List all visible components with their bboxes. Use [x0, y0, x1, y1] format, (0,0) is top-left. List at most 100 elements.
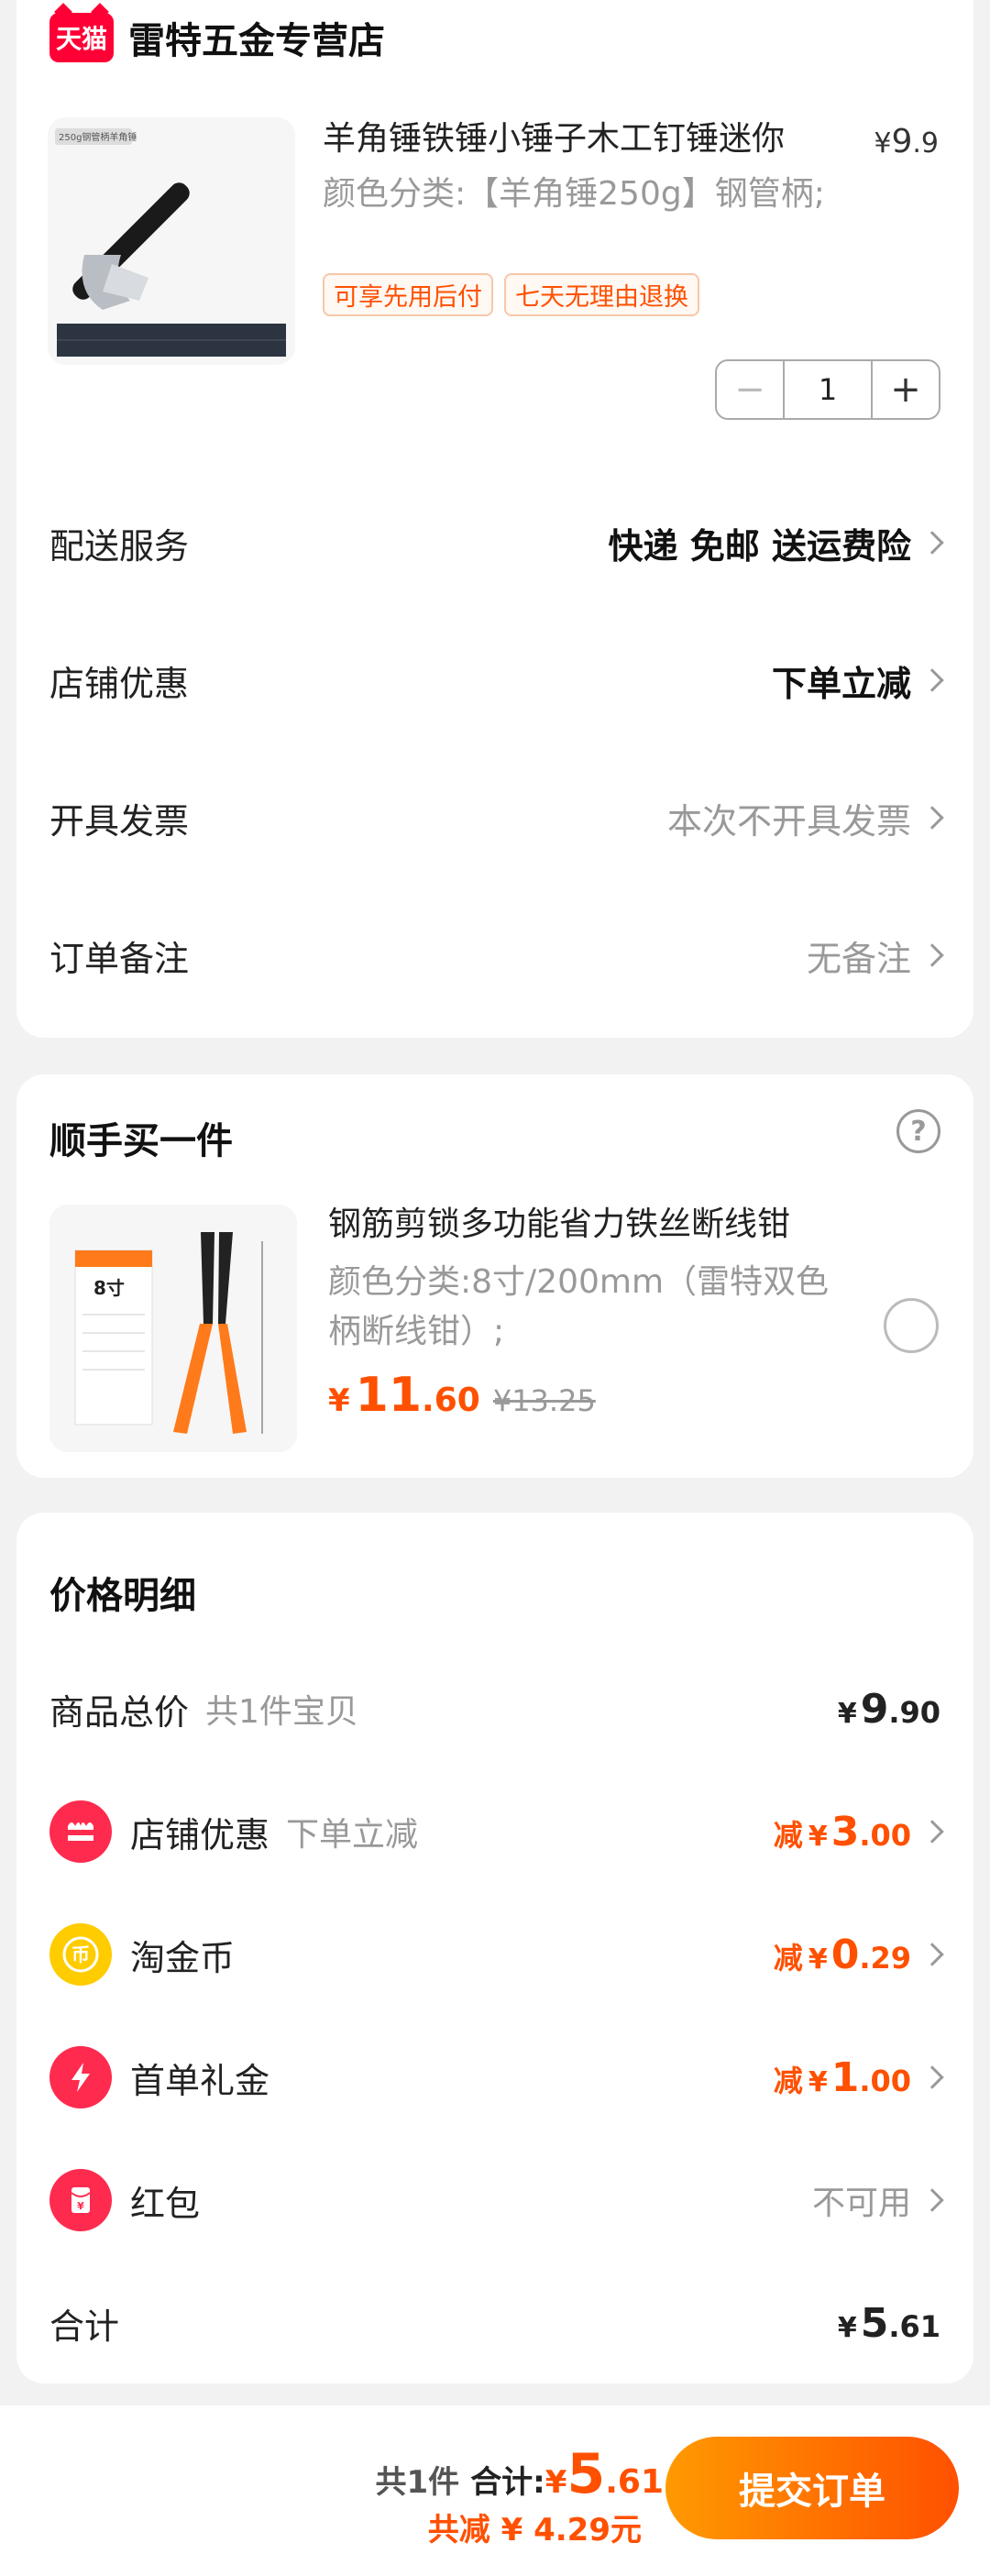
help-icon[interactable]: ?	[896, 1109, 940, 1153]
checkout-count: 共1件	[375, 2464, 460, 2501]
addon-spec[interactable]: 颜色分类:8寸/200mm（雷特双色柄断线钳）;	[328, 1258, 842, 1357]
chevron-right-icon	[920, 1943, 944, 1966]
addon-thumbnail[interactable]: 8寸	[50, 1205, 297, 1452]
shop-discount-value: 下单立减	[771, 655, 944, 706]
checkout-int: 5	[566, 2442, 606, 2506]
checkout-total-label: 合计:	[470, 2464, 545, 2501]
order-note-value-text: 无备注	[806, 938, 911, 979]
coins-amount: 减 ¥0.29	[774, 1932, 911, 1978]
addon-thumb-label: 8寸	[94, 1277, 125, 1299]
order-note-value: 无备注	[806, 930, 944, 981]
product-thumbnail[interactable]: 250g钢管柄羊角锤	[48, 117, 295, 365]
total-amount: ¥5.61	[838, 2300, 940, 2347]
delivery-label: 配送服务	[50, 525, 190, 567]
increase-button[interactable]: +	[873, 361, 939, 418]
price-dec: .9	[912, 127, 939, 160]
checkout-dec: .61	[605, 2463, 664, 2501]
svg-text:¥: ¥	[77, 2200, 84, 2212]
amount-dec: .90	[888, 1694, 940, 1730]
chevron-right-icon	[920, 806, 944, 830]
minus-prefix: 减	[773, 1817, 803, 1853]
lightning-icon	[50, 2046, 112, 2108]
row-total: 合计 ¥5.61	[50, 2288, 940, 2358]
submit-order-button[interactable]: 提交订单	[666, 2437, 959, 2539]
coin-icon: 币	[50, 1923, 112, 1986]
quantity-value[interactable]: 1	[783, 361, 873, 418]
addon-price: ¥ 11 .60 ¥13.25	[328, 1368, 596, 1423]
red-packet-value: 不可用	[811, 2185, 911, 2222]
delivery-value-text: 快递 免邮 送运费险	[608, 525, 911, 567]
tmall-logo: 天猫	[50, 13, 114, 62]
amount-dec: .29	[859, 1940, 911, 1976]
row-coins[interactable]: 币 淘金币 减 ¥0.29	[50, 1920, 944, 1989]
shop-header[interactable]: 天猫 雷特五金专营店	[50, 11, 385, 64]
product-tags: 可享先用后付 七天无理由退换	[323, 273, 699, 316]
row-first-order[interactable]: 首单礼金 减 ¥1.00	[50, 2042, 944, 2112]
chevron-right-icon	[920, 2188, 944, 2212]
addon-old-price: ¥13.25	[492, 1383, 596, 1418]
amount-int: 5	[860, 2299, 889, 2347]
checkout-bar: 共1件 合计: ¥ 5 .61 共减 ¥ 4.29元 提交订单	[0, 2405, 990, 2576]
product-price: ¥9.9	[874, 123, 939, 160]
order-card: 天猫 雷特五金专营店 250g钢管柄羊角锤 羊角锤铁锤小锤子木工钉锤迷你 ¥9.…	[16, 0, 974, 1038]
coins-label: 淘金币	[130, 1937, 236, 1978]
price-int: 9	[891, 123, 913, 160]
amount-int: 1	[830, 2053, 860, 2101]
total-label: 合计	[50, 2306, 120, 2347]
addon-title: 顺手买一件	[50, 1120, 233, 1162]
chevron-right-icon	[920, 943, 944, 967]
minus-prefix: 减	[773, 2063, 803, 2098]
invoice-value-text: 本次不开具发票	[666, 800, 911, 842]
svg-text:币: 币	[72, 1943, 90, 1965]
row-goods-total: 商品总价 共1件宝贝 ¥9.90	[50, 1674, 940, 1744]
addon-select-radio[interactable]	[884, 1298, 939, 1353]
row-shop-discount-detail[interactable]: 店铺优惠 下单立减 减 ¥3.00	[50, 1797, 944, 1866]
delivery-value: 快递 免邮 送运费险	[608, 518, 944, 568]
addon-price-int: 11	[355, 1368, 423, 1423]
price-detail-title: 价格明细	[50, 1575, 196, 1617]
row-invoice[interactable]: 开具发票 本次不开具发票	[50, 790, 944, 845]
order-note-label: 订单备注	[50, 938, 190, 979]
tag-pay-later: 可享先用后付	[323, 273, 493, 316]
row-shop-discount[interactable]: 店铺优惠 下单立减	[50, 653, 944, 708]
thumb-caption: 250g钢管柄羊角锤	[59, 131, 137, 143]
amount-int: 0	[830, 1931, 860, 1978]
checkout-total: 共1件 合计: ¥ 5 .61	[376, 2442, 664, 2506]
addon-name[interactable]: 钢筋剪锁多功能省力铁丝断线钳	[328, 1203, 790, 1247]
yen-symbol: ¥	[837, 2311, 857, 2344]
amount-dec: .00	[859, 1817, 911, 1853]
yen-symbol: ¥	[837, 1697, 857, 1730]
yen-symbol: ¥	[808, 1943, 828, 1976]
bolt-cutter-image: 8寸	[50, 1205, 297, 1452]
goods-total-label: 商品总价	[50, 1691, 190, 1733]
amount-dec: .61	[888, 2308, 940, 2344]
addon-card: 顺手买一件 ? 8寸 钢筋剪锁多功能省力铁丝断线钳 颜色分类:8寸/200mm（…	[16, 1074, 974, 1478]
decrease-button[interactable]: −	[717, 361, 783, 418]
invoice-value: 本次不开具发票	[666, 793, 944, 843]
goods-total-amount: ¥9.90	[838, 1686, 940, 1733]
quantity-stepper: − 1 +	[715, 359, 940, 420]
shop-discount-detail-sub: 下单立减	[286, 1816, 419, 1854]
goods-total-sub: 共1件宝贝	[205, 1693, 358, 1731]
product-title[interactable]: 羊角锤铁锤小锤子木工钉锤迷你	[323, 117, 873, 161]
row-order-note[interactable]: 订单备注 无备注	[50, 928, 944, 983]
addon-price-dec: .60	[422, 1382, 480, 1419]
row-red-packet[interactable]: ¥ 红包 不可用	[50, 2165, 944, 2235]
product-spec[interactable]: 颜色分类:【羊角锤250g】钢管柄;	[323, 171, 836, 218]
price-detail-card: 价格明细 商品总价 共1件宝贝 ¥9.90 店铺优惠 下单立减 减 ¥3.00 币	[16, 1513, 974, 2383]
amount-int: 3	[830, 1808, 860, 1855]
first-order-label: 首单礼金	[130, 2060, 270, 2101]
addon-price-symbol: ¥	[328, 1382, 350, 1419]
tag-seven-day-return: 七天无理由退换	[504, 273, 699, 316]
checkout-saved[interactable]: 共减 ¥ 4.29元	[428, 2504, 642, 2549]
chevron-right-icon	[920, 531, 944, 555]
row-delivery[interactable]: 配送服务 快递 免邮 送运费险	[50, 515, 944, 570]
checkout-yen: ¥	[544, 2464, 567, 2501]
shop-discount-label: 店铺优惠	[50, 663, 190, 704]
amount-int: 9	[860, 1685, 889, 1733]
shop-discount-value-text: 下单立减	[771, 663, 911, 704]
red-packet-icon: ¥	[50, 2169, 112, 2231]
chevron-right-icon	[920, 668, 944, 692]
shop-name[interactable]: 雷特五金专营店	[128, 11, 385, 64]
yen-symbol: ¥	[808, 2065, 828, 2098]
